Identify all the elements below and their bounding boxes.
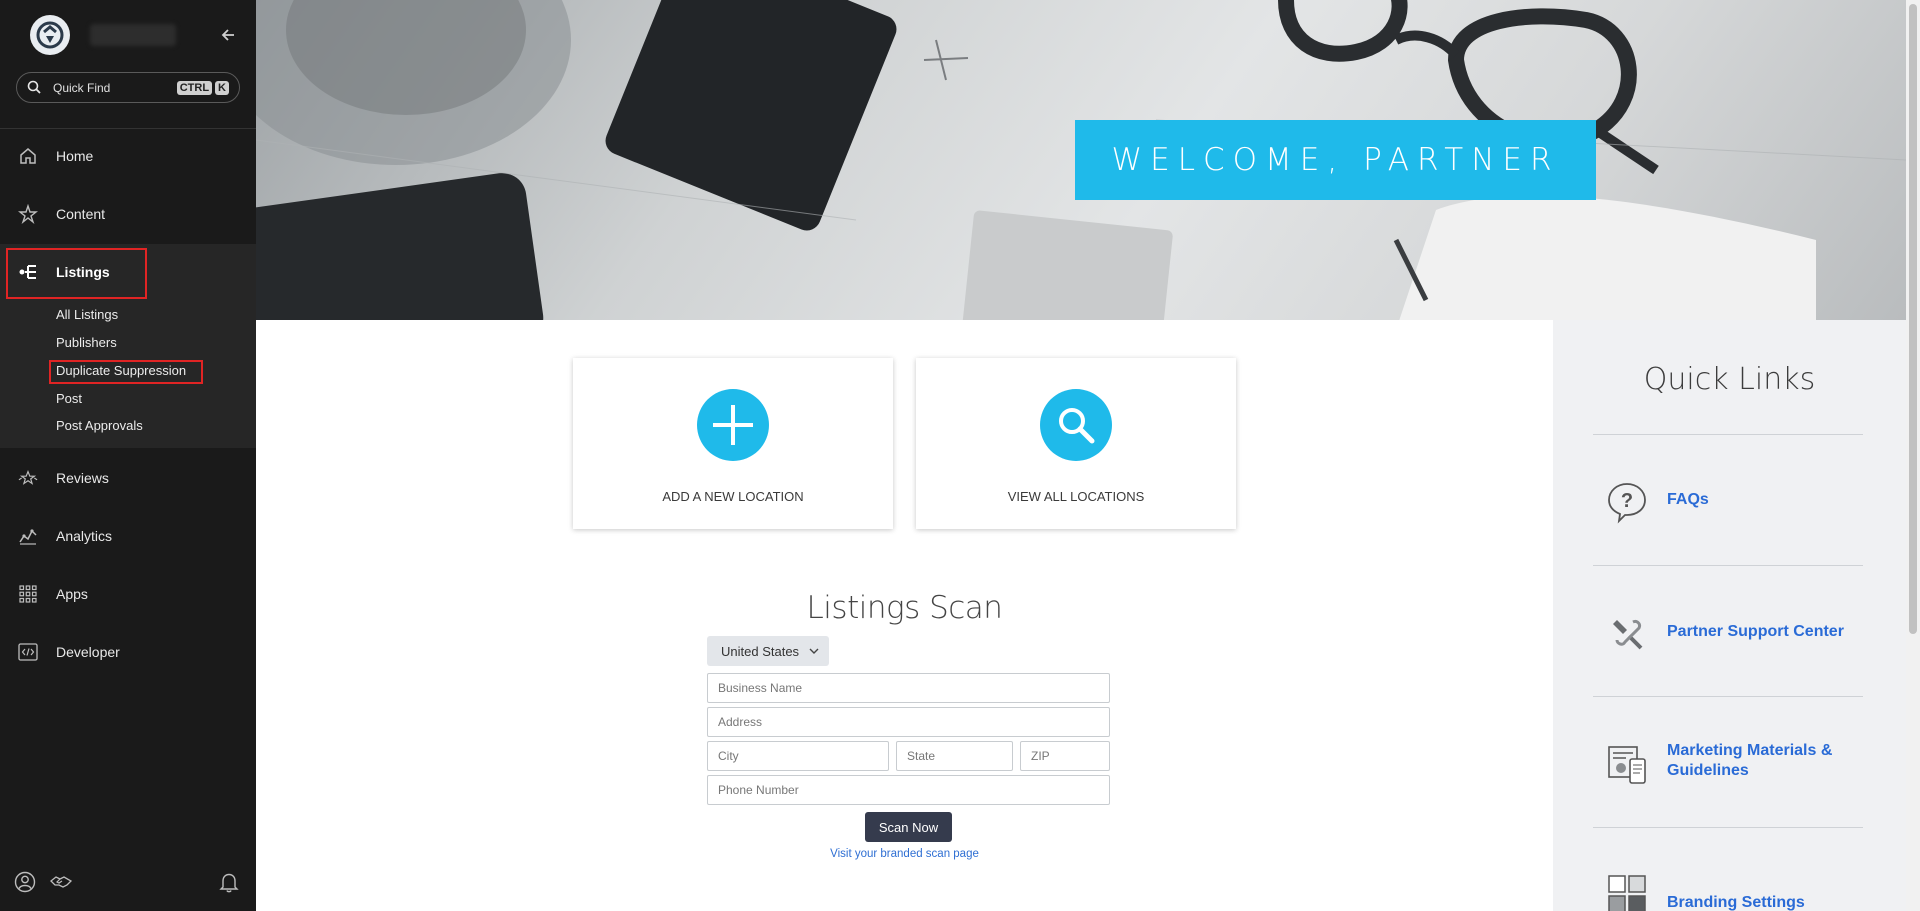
quick-link-faqs-label: FAQs	[1667, 491, 1709, 508]
search-icon	[1040, 389, 1112, 461]
plus-icon	[697, 389, 769, 461]
branded-scan-page-link[interactable]: Visit your branded scan page	[256, 848, 1553, 860]
nav-item-reviews[interactable]: Reviews	[0, 450, 256, 506]
view-all-locations-card[interactable]: VIEW ALL LOCATIONS	[916, 358, 1236, 529]
nav-label-developer: Developer	[56, 644, 120, 660]
reviews-icon	[18, 468, 38, 488]
sub-item-post-approvals[interactable]: Post Approvals	[56, 418, 143, 433]
nav-item-apps[interactable]: Apps	[0, 566, 256, 622]
nav-item-content[interactable]: Content	[0, 186, 256, 242]
address-field[interactable]	[707, 707, 1110, 737]
sub-item-post[interactable]: Post	[56, 391, 82, 406]
logo-icon	[36, 21, 64, 49]
faq-question-icon: ?	[1605, 480, 1649, 524]
nav-label-content: Content	[56, 206, 106, 222]
quick-link-faqs[interactable]: ? FAQs	[1593, 470, 1863, 530]
city-field[interactable]	[707, 741, 889, 771]
add-new-location-label: ADD A NEW LOCATION	[662, 489, 804, 504]
quick-find-search[interactable]: Quick Find CTRL K	[16, 72, 240, 103]
support-tools-icon	[1605, 612, 1649, 656]
welcome-banner-text: WELCOME, PARTNER	[1111, 142, 1560, 178]
user-profile-icon[interactable]	[13, 870, 37, 894]
business-name-field[interactable]	[707, 673, 1110, 703]
arrow-left-icon	[221, 29, 234, 41]
quick-link-branding-settings-label: Branding Settings	[1667, 894, 1805, 911]
scrollbar-thumb[interactable]	[1909, 4, 1917, 634]
main-content: ADD A NEW LOCATION VIEW ALL LOCATIONS Li…	[256, 320, 1553, 911]
scan-now-button[interactable]: Scan Now	[865, 812, 952, 842]
nav-label-listings: Listings	[56, 264, 110, 280]
sub-item-all-listings[interactable]: All Listings	[56, 307, 118, 322]
developer-code-icon	[18, 642, 38, 662]
zip-field[interactable]	[1020, 741, 1110, 771]
sidebar: Quick Find CTRL K Home Content Listings …	[0, 0, 256, 911]
quick-link-partner-support-center[interactable]: Partner Support Center	[1593, 602, 1863, 662]
svg-text:?: ?	[1621, 490, 1633, 512]
state-field[interactable]	[896, 741, 1013, 771]
add-new-location-card[interactable]: ADD A NEW LOCATION	[573, 358, 893, 529]
quick-link-branding-settings[interactable]: Branding Settings	[1593, 862, 1863, 911]
nav-item-analytics[interactable]: Analytics	[0, 508, 256, 564]
sub-item-duplicate-suppression[interactable]: Duplicate Suppression	[56, 363, 186, 378]
view-all-locations-label: VIEW ALL LOCATIONS	[1007, 489, 1145, 504]
phone-number-field[interactable]	[707, 775, 1110, 805]
branding-settings-icon	[1605, 872, 1649, 911]
nav-item-listings[interactable]: Listings	[0, 244, 256, 300]
page-scrollbar[interactable]	[1906, 0, 1920, 911]
collapse-sidebar-button[interactable]	[218, 24, 238, 46]
analytics-icon	[18, 526, 38, 546]
partner-handshake-icon[interactable]	[49, 870, 73, 894]
shortcut-key-k: K	[215, 80, 229, 95]
listings-scan-title: Listings Scan	[806, 590, 1003, 626]
quick-links-divider	[1593, 434, 1863, 435]
marketing-materials-icon	[1605, 741, 1649, 785]
listings-icon	[18, 262, 38, 282]
nav-label-analytics: Analytics	[56, 528, 113, 544]
notification-bell-icon[interactable]	[217, 870, 241, 894]
search-icon	[27, 80, 43, 96]
quick-link-marketing-materials-label: Marketing Materials & Guidelines	[1667, 742, 1833, 779]
country-select-value: United States	[721, 643, 800, 659]
welcome-hero: WELCOME, PARTNER	[256, 0, 1906, 320]
sidebar-footer	[0, 870, 256, 900]
welcome-banner: WELCOME, PARTNER	[1075, 120, 1596, 200]
quick-link-partner-support-center-label: Partner Support Center	[1667, 623, 1844, 640]
quick-links-divider	[1593, 696, 1863, 697]
quick-links-title: Quick Links	[1643, 362, 1816, 397]
quick-link-marketing-materials[interactable]: Marketing Materials & Guidelines	[1593, 731, 1863, 791]
sub-item-publishers[interactable]: Publishers	[56, 335, 117, 350]
nav-label-reviews: Reviews	[56, 470, 109, 486]
quick-links-divider	[1593, 827, 1863, 828]
shortcut-key-ctrl: CTRL	[176, 80, 213, 95]
country-select[interactable]: United States	[707, 636, 829, 666]
quick-links-panel: Quick Links ? FAQs Partner Support Cente…	[1553, 320, 1906, 911]
brand-name-redacted	[90, 24, 176, 46]
content-icon	[18, 204, 38, 224]
sidebar-header	[0, 0, 256, 70]
nav-label-apps: Apps	[56, 586, 88, 602]
nav-item-developer[interactable]: Developer	[0, 624, 256, 680]
quick-find-label: Quick Find	[53, 80, 111, 95]
nav-label-home: Home	[56, 148, 94, 164]
app-logo[interactable]	[30, 15, 70, 55]
apps-grid-icon	[18, 584, 38, 604]
home-icon	[18, 146, 38, 166]
nav-item-home[interactable]: Home	[0, 128, 256, 184]
chevron-down-icon	[809, 647, 819, 655]
quick-links-divider	[1593, 565, 1863, 566]
